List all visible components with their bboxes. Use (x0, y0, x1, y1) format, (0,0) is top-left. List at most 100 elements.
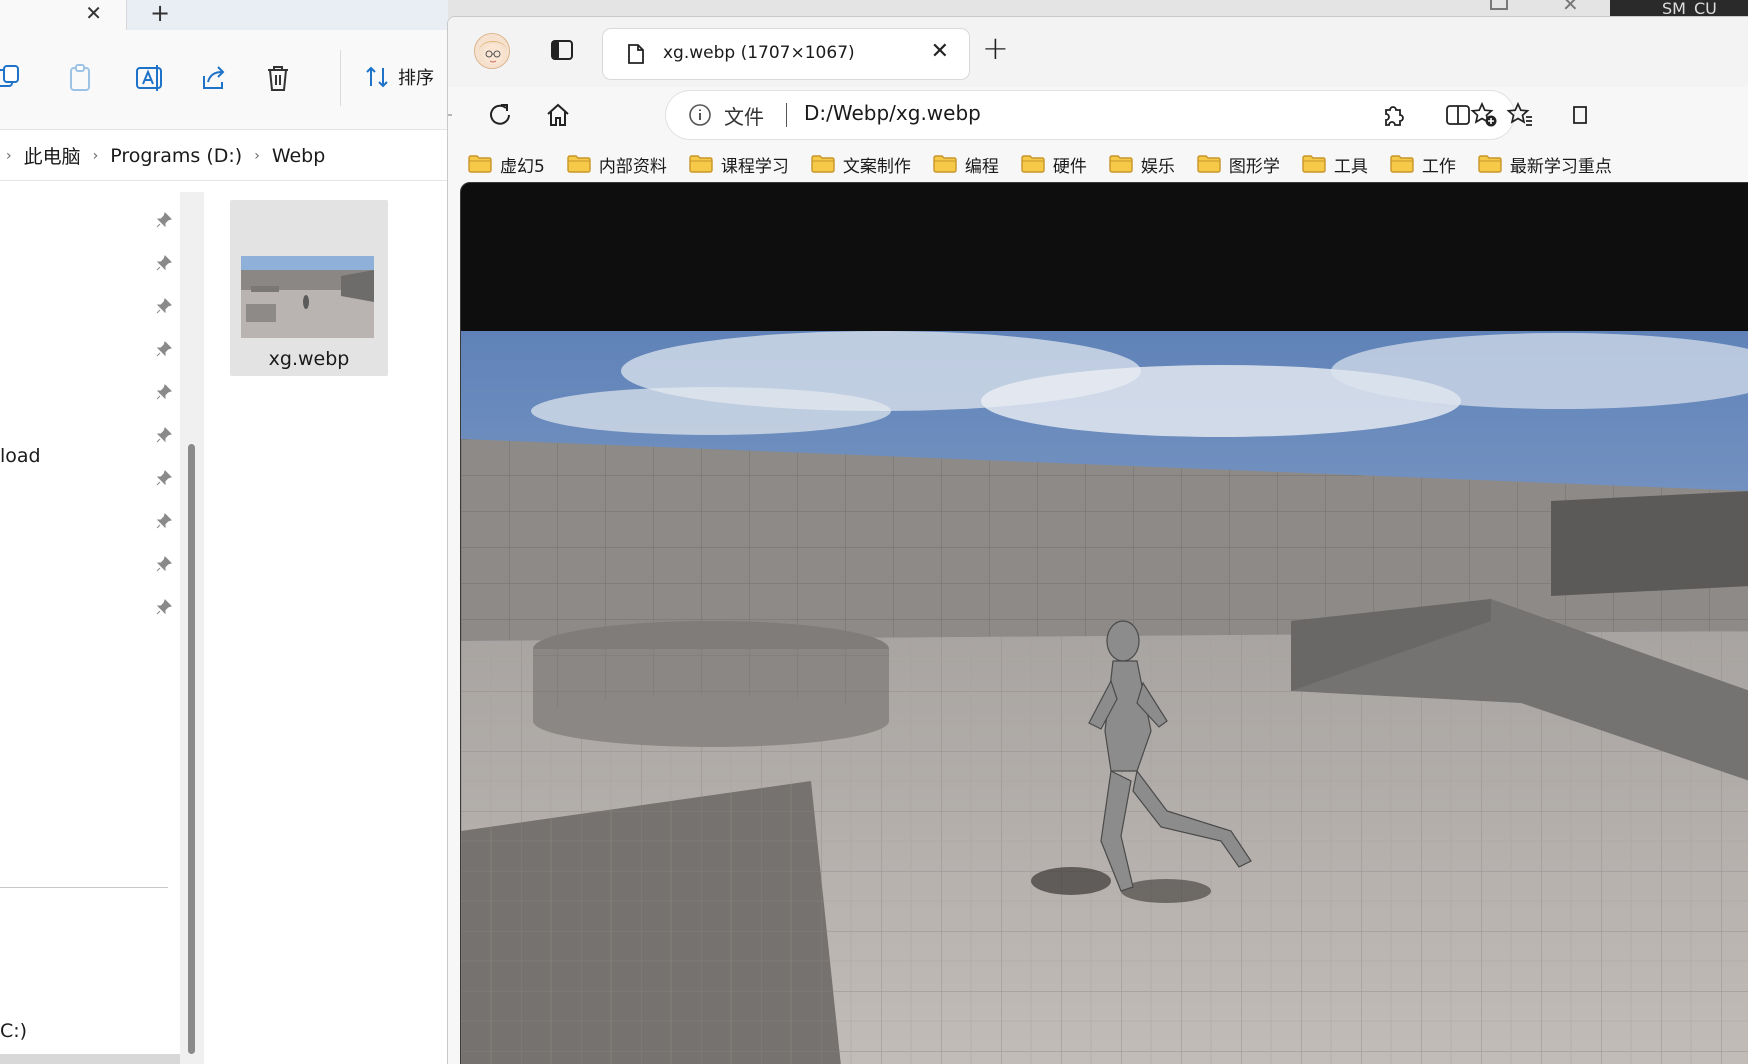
explorer-tab-bar: ✕ + (0, 0, 460, 30)
file-item[interactable]: xg.webp (230, 200, 388, 376)
favorites-icon[interactable] (1506, 101, 1534, 129)
folder-icon (1197, 155, 1221, 173)
pin-icon[interactable] (156, 341, 172, 357)
collections-icon[interactable] (1568, 101, 1596, 129)
tab-title: xg.webp (1707×1067) (663, 43, 855, 63)
pin-icon[interactable] (156, 470, 172, 486)
bookmark-folder[interactable]: 文案制作 (811, 152, 911, 177)
pin-icon[interactable] (156, 599, 172, 615)
bookmark-label: 编程 (964, 156, 999, 177)
bookmark-folder[interactable]: 编程 (933, 152, 999, 177)
rename-icon[interactable] (134, 62, 166, 94)
file-name: xg.webp (268, 348, 350, 370)
toolbar-divider (340, 50, 341, 106)
sort-button[interactable]: 排序 (364, 64, 434, 90)
tab-strip: xg.webp (1707×1067) ✕ + (448, 17, 1748, 87)
bookmark-folder[interactable]: 虚幻5 (468, 152, 545, 177)
extensions-icon[interactable] (1380, 101, 1408, 129)
folder-icon (468, 155, 492, 173)
share-icon[interactable] (198, 62, 230, 94)
pin-icon[interactable] (156, 556, 172, 572)
address-url[interactable]: D:/Webp/xg.webp (804, 101, 981, 125)
bookmark-folder[interactable]: 最新学习重点 (1478, 152, 1612, 177)
close-icon[interactable]: ✕ (1562, 0, 1579, 16)
bookmark-folder[interactable]: 课程学习 (689, 152, 789, 177)
browser-tab-active[interactable]: xg.webp (1707×1067) ✕ (603, 29, 969, 79)
copy-icon[interactable] (0, 62, 26, 94)
nav-bottom-edge (0, 1054, 180, 1064)
favorites-bar: 虚幻5 内部资料 课程学习 文案制作 编程 硬件 娱乐 图形学 工具 工作 最新… (448, 143, 1748, 185)
info-icon[interactable] (688, 103, 712, 127)
folder-icon (1302, 155, 1326, 173)
file-icon (628, 44, 644, 64)
bookmark-label: 硬件 (1052, 156, 1087, 177)
close-icon[interactable]: ✕ (931, 40, 949, 64)
avatar-image (475, 34, 509, 68)
page-viewport (460, 182, 1748, 1064)
breadcrumb-separator: › (6, 147, 12, 164)
minimize-icon[interactable] (1490, 0, 1508, 10)
bookmark-label: 虚幻5 (500, 156, 545, 177)
nav-item-downloads[interactable]: load (0, 445, 41, 467)
paste-icon[interactable] (64, 62, 96, 94)
back-icon[interactable] (447, 101, 456, 129)
bookmark-label: 最新学习重点 (1509, 156, 1612, 177)
folder-icon (1021, 155, 1045, 173)
breadcrumb-item-this-pc[interactable]: 此电脑 (24, 142, 81, 169)
bookmark-folder[interactable]: 内部资料 (567, 152, 667, 177)
folder-icon (811, 155, 835, 173)
add-favorite-icon[interactable] (1470, 101, 1498, 129)
tab-actions-icon[interactable] (550, 39, 574, 61)
webp-image (461, 331, 1748, 1064)
refresh-icon[interactable] (486, 101, 514, 129)
bookmark-label: 图形学 (1228, 156, 1280, 177)
split-screen-icon[interactable] (1444, 101, 1472, 129)
address-scheme-label: 文件 (724, 105, 764, 129)
bookmark-label: 工作 (1421, 156, 1456, 177)
desktop: ✕ + 排序 › 此电脑 › Programs (D:) › Webp load… (0, 0, 1748, 1064)
folder-icon (1478, 155, 1502, 173)
nav-item-drive-c[interactable]: C:) (0, 1020, 27, 1042)
folder-icon (933, 155, 957, 173)
pin-icon[interactable] (156, 298, 172, 314)
delete-icon[interactable] (262, 62, 294, 94)
bookmark-folder[interactable]: 硬件 (1021, 152, 1087, 177)
bookmark-folder[interactable]: 工作 (1390, 152, 1456, 177)
bookmark-folder[interactable]: 图形学 (1197, 152, 1280, 177)
breadcrumb-item-drive[interactable]: Programs (D:) (110, 145, 242, 167)
bookmark-folder[interactable]: 工具 (1302, 152, 1368, 177)
file-list: xg.webp (206, 182, 460, 1064)
folder-icon (1390, 155, 1414, 173)
home-icon[interactable] (544, 101, 572, 129)
pin-icon[interactable] (156, 384, 172, 400)
bookmark-label: 课程学习 (720, 156, 789, 177)
bookmark-label: 内部资料 (598, 156, 667, 177)
folder-icon (567, 155, 591, 173)
breadcrumb-separator: › (254, 147, 260, 164)
folder-icon (689, 155, 713, 173)
breadcrumb-item-folder[interactable]: Webp (272, 145, 325, 167)
pin-icon[interactable] (156, 212, 172, 228)
new-tab-button[interactable]: + (150, 0, 170, 26)
file-thumbnail (241, 256, 374, 338)
nav-divider (0, 887, 168, 888)
profile-avatar[interactable] (474, 33, 510, 69)
explorer-tab[interactable]: ✕ (0, 0, 127, 30)
bookmark-label: 文案制作 (842, 156, 911, 177)
explorer-toolbar: 排序 (0, 30, 460, 130)
nav-scrollbar[interactable] (180, 192, 204, 1064)
pin-icon[interactable] (156, 255, 172, 271)
scrollbar-thumb[interactable] (188, 444, 195, 1054)
new-tab-button[interactable]: + (982, 31, 1009, 65)
browser-window: xg.webp (1707×1067) ✕ + 文件 D:/Webp/xg.we… (447, 16, 1748, 1064)
pin-icon[interactable] (156, 513, 172, 529)
sort-label: 排序 (398, 68, 434, 89)
file-explorer-window: ✕ + 排序 › 此电脑 › Programs (D:) › Webp load… (0, 0, 460, 1064)
folder-icon (1109, 155, 1133, 173)
close-icon[interactable]: ✕ (85, 2, 102, 24)
pin-icon[interactable] (156, 427, 172, 443)
bookmark-label: 娱乐 (1140, 156, 1175, 177)
sort-icon (366, 66, 388, 88)
bookmark-folder[interactable]: 娱乐 (1109, 152, 1175, 177)
navigation-pane: load C:) (0, 182, 180, 1064)
